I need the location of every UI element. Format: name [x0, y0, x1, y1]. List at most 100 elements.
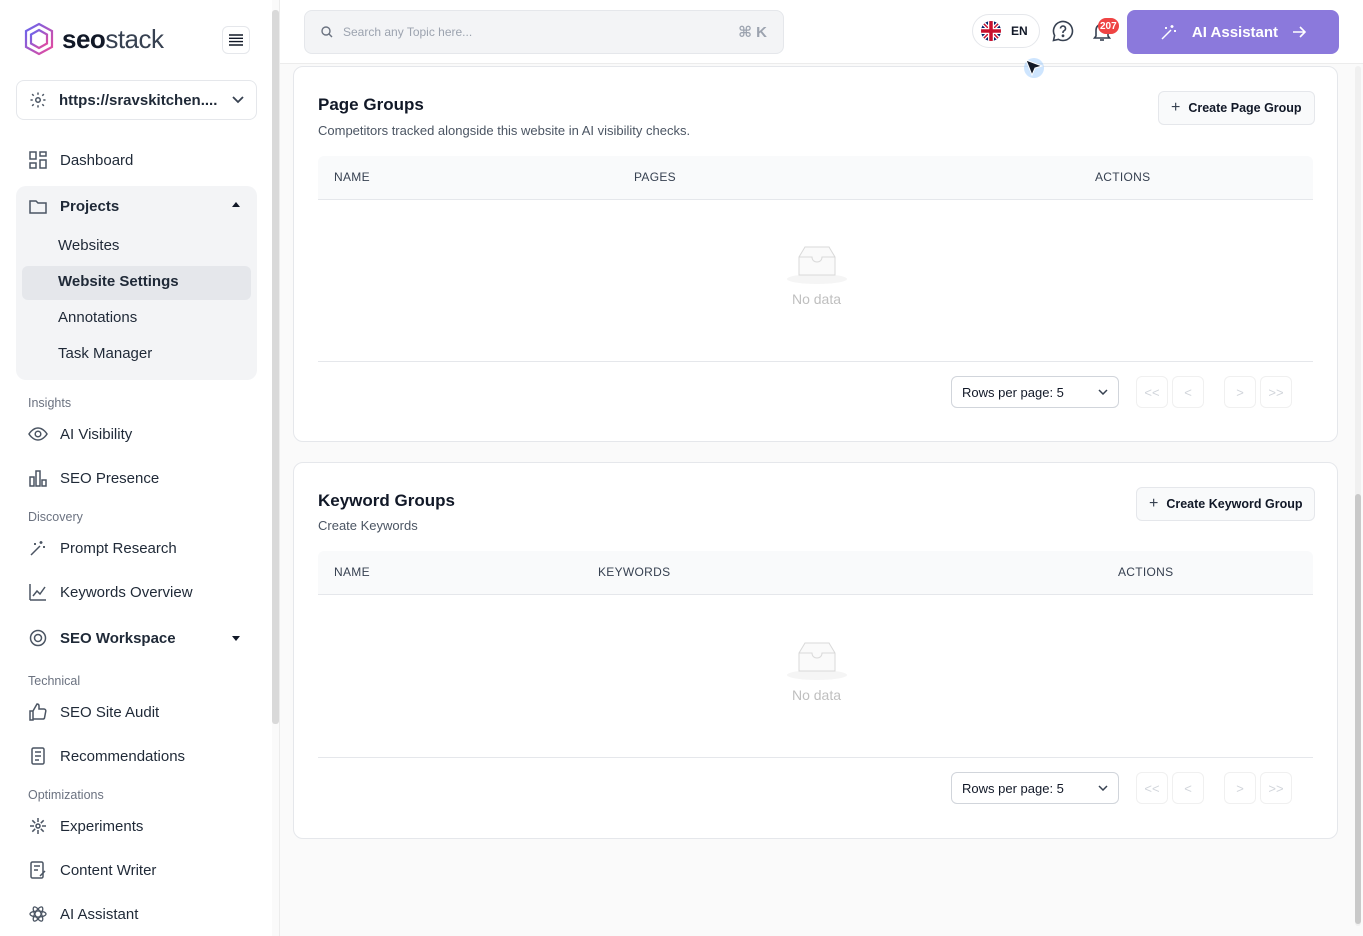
section-label-optimizations: Optimizations: [28, 788, 104, 802]
sidebar-item-seo-presence[interactable]: SEO Presence: [28, 464, 159, 492]
sidebar-item-dashboard[interactable]: Dashboard: [28, 146, 133, 174]
sidebar-subitem-task-manager[interactable]: Task Manager: [58, 342, 152, 366]
chevron-left-icon: <: [1184, 384, 1192, 400]
sidebar-toggle-button[interactable]: [222, 26, 250, 54]
search-bar[interactable]: Search any Topic here... ⌘ K: [304, 10, 784, 54]
trend-chart-icon: [28, 582, 48, 602]
sidebar-item-label: Experiments: [60, 817, 144, 835]
page-groups-card: Page Groups Competitors tracked alongsid…: [293, 66, 1338, 442]
double-chevron-left-icon: <<: [1144, 384, 1160, 400]
sidebar-subitem-annotations[interactable]: Annotations: [58, 306, 137, 330]
sidebar-item-seo-site-audit[interactable]: SEO Site Audit: [28, 698, 159, 726]
sidebar-scrollbar[interactable]: [272, 10, 279, 724]
sidebar-item-label: SEO Site Audit: [60, 703, 160, 721]
logo-icon: [24, 22, 54, 56]
gear-icon: [30, 92, 46, 108]
prev-page-button[interactable]: <: [1172, 772, 1204, 804]
sidebar-item-prompt-research[interactable]: Prompt Research: [28, 534, 177, 562]
plus-icon: +: [1149, 495, 1159, 512]
chevron-right-icon: >: [1236, 384, 1244, 400]
keyword-groups-subtitle: Create Keywords: [318, 518, 418, 533]
column-header-actions: ACTIONS: [1095, 170, 1151, 184]
sidebar: seostack https://sravskitchen.... Dashbo…: [0, 0, 272, 936]
create-keyword-group-button[interactable]: + Create Keyword Group: [1136, 487, 1316, 521]
brand-name-light: stack: [105, 23, 164, 54]
caret-up-icon[interactable]: [232, 202, 240, 207]
sidebar-item-label: Projects: [60, 197, 120, 215]
brand-name-bold: seo: [62, 23, 106, 54]
first-page-button[interactable]: <<: [1136, 772, 1168, 804]
column-header-keywords[interactable]: KEYWORDS: [598, 565, 670, 579]
sidebar-item-recommendations[interactable]: Recommendations: [28, 742, 185, 770]
pen-document-icon: [28, 860, 48, 880]
page-groups-empty-state: No data: [294, 243, 1339, 307]
sidebar-item-seo-workspace[interactable]: SEO Workspace: [28, 624, 176, 652]
brand-name: seostack: [62, 24, 164, 55]
rows-per-page-value: Rows per page: 5: [962, 384, 1064, 400]
sidebar-item-label: Content Writer: [60, 861, 157, 879]
magic-wand-icon: [1161, 25, 1176, 40]
folder-icon: [28, 196, 48, 216]
arrow-right-icon: [1293, 26, 1307, 38]
last-page-button[interactable]: >>: [1260, 376, 1292, 408]
column-header-name[interactable]: NAME: [334, 170, 370, 184]
brand-logo[interactable]: seostack: [24, 22, 164, 56]
sidebar-item-label: Prompt Research: [60, 539, 177, 557]
language-code: EN: [1011, 24, 1028, 38]
sidebar-item-ai-visibility[interactable]: AI Visibility: [28, 420, 132, 448]
sidebar-subitem-websites[interactable]: Websites: [58, 234, 119, 258]
sidebar-item-label: SEO Workspace: [60, 629, 176, 647]
bar-chart-icon: [28, 468, 48, 488]
sidebar-item-keywords-overview[interactable]: Keywords Overview: [28, 578, 193, 606]
chevron-down-icon: [1098, 785, 1108, 791]
sidebar-item-ai-assistant[interactable]: AI Assistant: [28, 900, 138, 928]
dashboard-icon: [28, 150, 48, 170]
prev-page-button[interactable]: <: [1172, 376, 1204, 408]
eye-icon: [28, 424, 48, 444]
empty-inbox-icon: [786, 642, 847, 680]
document-list-icon: [28, 746, 48, 766]
sidebar-item-label: AI Visibility: [60, 425, 133, 443]
sidebar-item-label: Keywords Overview: [60, 583, 193, 601]
rows-per-page-select[interactable]: Rows per page: 5: [951, 772, 1119, 804]
keyword-groups-card: Keyword Groups Create Keywords + Create …: [293, 462, 1338, 839]
sidebar-subitem-website-settings[interactable]: Website Settings: [58, 270, 179, 294]
section-label-discovery: Discovery: [28, 510, 83, 524]
website-selector[interactable]: https://sravskitchen....: [16, 80, 257, 120]
search-input[interactable]: Search any Topic here...: [343, 25, 738, 39]
lifebuoy-icon: [28, 628, 48, 648]
search-icon: [321, 26, 333, 38]
sidebar-item-label: Recommendations: [60, 747, 186, 765]
sidebar-item-content-writer[interactable]: Content Writer: [28, 856, 156, 884]
caret-down-icon[interactable]: [232, 636, 240, 641]
last-page-button[interactable]: >>: [1260, 772, 1292, 804]
mouse-cursor-icon: [1024, 58, 1044, 78]
main-scrollbar[interactable]: [1355, 66, 1361, 926]
double-chevron-left-icon: <<: [1144, 780, 1160, 796]
sidebar-item-experiments[interactable]: Experiments: [28, 812, 143, 840]
rows-per-page-select[interactable]: Rows per page: 5: [951, 376, 1119, 408]
column-header-pages[interactable]: PAGES: [634, 170, 676, 184]
first-page-button[interactable]: <<: [1136, 376, 1168, 408]
table-divider: [318, 757, 1313, 758]
next-page-button[interactable]: >: [1224, 376, 1256, 408]
section-label-insights: Insights: [28, 396, 72, 410]
sidebar-item-label: AI Assistant: [60, 905, 139, 923]
chevron-right-icon: >: [1236, 780, 1244, 796]
main-scrollbar-thumb[interactable]: [1355, 494, 1361, 924]
create-page-group-button[interactable]: + Create Page Group: [1158, 91, 1315, 125]
chevron-down-icon: [232, 96, 244, 104]
column-header-name[interactable]: NAME: [334, 565, 370, 579]
thumbs-up-icon: [28, 702, 48, 722]
notification-badge: 207: [1098, 18, 1119, 34]
page-groups-subtitle: Competitors tracked alongside this websi…: [318, 123, 691, 138]
menu-icon: [229, 34, 243, 46]
next-page-button[interactable]: >: [1224, 772, 1256, 804]
language-switcher[interactable]: EN: [972, 14, 1040, 48]
help-icon[interactable]: [1052, 20, 1074, 42]
empty-state-text: No data: [791, 291, 842, 307]
sidebar-item-projects[interactable]: Projects: [28, 192, 119, 220]
flask-atom-icon: [28, 816, 48, 836]
double-chevron-right-icon: >>: [1268, 780, 1284, 796]
ai-assistant-button[interactable]: AI Assistant: [1127, 10, 1339, 54]
